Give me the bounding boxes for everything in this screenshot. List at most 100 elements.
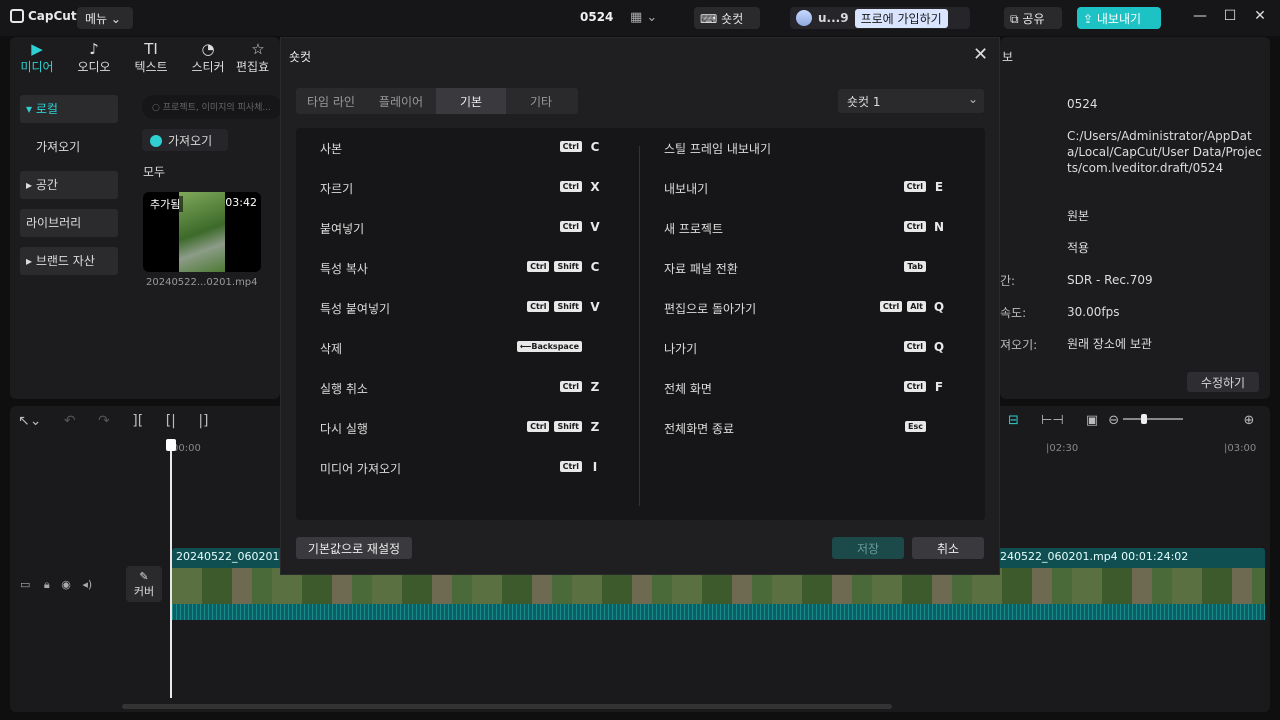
tab-effects[interactable]: ☆ 편집효 — [236, 40, 280, 75]
zoom-slider[interactable] — [1123, 414, 1184, 424]
link-icon[interactable]: ⊟ — [1008, 413, 1019, 428]
shortcut-row[interactable]: 자료 패널 전환 Tab — [664, 260, 946, 300]
key-combo: Ctrl Q — [899, 340, 946, 354]
reset-defaults-button[interactable]: 기본값으로 재설정 — [296, 537, 412, 559]
key-cap: Ctrl — [527, 261, 550, 272]
shortcut-button[interactable]: ⌨ 숏컷 — [694, 7, 760, 29]
key-combo: Ctrl Shift Z — [522, 420, 602, 434]
cover-button[interactable]: ✎ 커버 — [126, 566, 162, 602]
playhead[interactable] — [170, 440, 172, 698]
zoom-out-icon[interactable]: ⊖ — [1108, 413, 1119, 428]
sidebar-item-local[interactable]: ▾ 로컬 — [20, 95, 118, 123]
effects-icon: ☆ — [251, 40, 265, 58]
sidebar-item-import[interactable]: 가져오기 — [20, 133, 118, 161]
shortcut-row[interactable]: 스틸 프레임 내보내기 — [664, 140, 946, 180]
text-icon: TI — [144, 40, 158, 58]
key-cap: Ctrl — [559, 461, 582, 472]
eye-icon[interactable]: ◉ — [61, 578, 71, 591]
duration-label: 03:42 — [225, 196, 257, 209]
project-path-value: C:/Users/Administrator/AppData/Local/Cap… — [1067, 129, 1262, 175]
details-header: 보 — [1002, 50, 1014, 64]
sidebar-item-brand[interactable]: ▸ 브랜드 자산 — [20, 247, 118, 275]
tab-sticker[interactable]: ◔ 스티커 — [183, 40, 233, 75]
preset-select[interactable]: 숏컷 1 ⌄ — [838, 89, 984, 113]
key-letter: E — [934, 180, 944, 194]
tab-text[interactable]: TI 텍스트 — [126, 40, 176, 75]
color-space-label: 간: — [1000, 274, 1016, 288]
save-button[interactable]: 저장 — [832, 537, 904, 559]
share-button[interactable]: ⧉ 공유 — [1004, 7, 1062, 29]
snap-icon[interactable]: ⊢⊣ — [1041, 413, 1064, 428]
select-cursor-icon[interactable]: ↖⌄ — [18, 413, 41, 429]
shortcut-row[interactable]: 특성 붙여넣기 Ctrl Shift V — [320, 300, 602, 340]
zoom-in-icon[interactable]: ⊕ — [1243, 413, 1254, 428]
shortcut-row[interactable]: 전체 화면 Ctrl F — [664, 380, 946, 420]
key-combo: Ctrl Alt Q — [875, 300, 946, 314]
import-button[interactable]: 가져오기 — [142, 129, 228, 151]
media-thumbnail[interactable]: 추가됨 03:42 — [143, 192, 261, 272]
key-cap: Ctrl — [559, 381, 582, 392]
shortcut-row[interactable]: 전체화면 종료 Esc — [664, 420, 946, 460]
shortcut-row[interactable]: 내보내기 Ctrl E — [664, 180, 946, 220]
key-cap: Ctrl — [559, 181, 582, 192]
shortcut-row[interactable]: 나가기 Ctrl Q — [664, 340, 946, 380]
search-input[interactable]: ○ 프로젝트, 이미지의 피사체... — [142, 95, 282, 119]
lock-icon[interactable]: 🔒︎ — [44, 578, 50, 591]
key-combo: Ctrl C — [555, 140, 602, 154]
split-icon[interactable]: ][ — [132, 413, 143, 429]
key-combo — [926, 140, 946, 154]
shortcut-row[interactable]: 미디어 가져오기 Ctrl I — [320, 460, 602, 500]
tab-audio[interactable]: ♪ 오디오 — [69, 40, 119, 75]
import-mode-value: 원래 장소에 보관 — [1067, 337, 1152, 351]
shortcut-label: 자르기 — [320, 182, 354, 196]
pro-badge[interactable]: 프로에 가입하기 — [854, 8, 948, 28]
shortcut-label: 특성 붙여넣기 — [320, 302, 391, 316]
redo-icon[interactable]: ↷ — [98, 413, 110, 429]
capcut-logo-icon — [10, 9, 24, 23]
shortcut-row[interactable]: 새 프로젝트 Ctrl N — [664, 220, 946, 260]
sidebar-item-space[interactable]: ▸ 공간 — [20, 171, 118, 199]
shortcut-row[interactable]: 사본 Ctrl C — [320, 140, 602, 180]
shortcut-row[interactable]: 삭제 ⟵Backspace — [320, 340, 602, 380]
sidebar-item-library[interactable]: 라이브러리 — [20, 209, 118, 237]
shortcut-row[interactable]: 특성 복사 Ctrl Shift C — [320, 260, 602, 300]
audio-waveform — [172, 604, 1265, 620]
maximize-icon[interactable]: ☐ — [1220, 8, 1240, 24]
trim-right-icon[interactable]: |] — [198, 413, 208, 429]
key-combo: Ctrl N — [899, 220, 946, 234]
minimize-icon[interactable]: — — [1190, 8, 1210, 24]
menu-button[interactable]: 메뉴 ⌄ — [77, 7, 133, 29]
shortcut-row[interactable]: 다시 실행 Ctrl Shift Z — [320, 420, 602, 460]
key-cap: Ctrl — [527, 421, 550, 432]
added-badge: 추가됨 — [147, 196, 184, 212]
tab-basic[interactable]: 기본 — [436, 88, 506, 114]
tab-other[interactable]: 기타 — [506, 88, 576, 114]
speaker-icon[interactable]: ◂) — [82, 578, 92, 591]
close-icon[interactable]: ✕ — [973, 44, 988, 65]
tab-player[interactable]: 플레이어 — [366, 88, 436, 114]
divider — [639, 146, 640, 506]
shortcut-row[interactable]: 붙여넣기 Ctrl V — [320, 220, 602, 260]
close-window-icon[interactable]: ✕ — [1250, 8, 1270, 24]
tab-media[interactable]: ▶ 미디어 — [12, 40, 62, 75]
shortcut-row[interactable]: 자르기 Ctrl X — [320, 180, 602, 220]
playhead-handle[interactable] — [166, 439, 176, 451]
user-account[interactable]: u...9 프로에 가입하기 — [790, 7, 970, 29]
shortcut-label: 새 프로젝트 — [664, 222, 724, 236]
undo-icon[interactable]: ↶ — [64, 413, 76, 429]
key-letter: Z — [590, 420, 600, 434]
track-icon[interactable]: ▭ — [20, 578, 30, 591]
shortcut-row[interactable]: 실행 취소 Ctrl Z — [320, 380, 602, 420]
trim-left-icon[interactable]: [| — [166, 413, 176, 429]
tab-timeline[interactable]: 타임 라인 — [296, 88, 366, 114]
apply-value: 적용 — [1067, 241, 1090, 255]
key-combo: Esc — [900, 420, 946, 434]
shortcut-row[interactable]: 편집으로 돌아가기 Ctrl Alt Q — [664, 300, 946, 340]
edit-details-button[interactable]: 수정하기 — [1187, 372, 1259, 392]
timeline-scrollbar[interactable] — [122, 704, 892, 709]
layout-icon[interactable]: ▦ ⌄ — [630, 10, 660, 26]
cancel-button[interactable]: 취소 — [912, 537, 984, 559]
preview-icon[interactable]: ▣ — [1086, 413, 1098, 428]
export-button[interactable]: ⇪ 내보내기 — [1077, 7, 1161, 29]
ruler-tick: 00:00 — [172, 443, 201, 454]
